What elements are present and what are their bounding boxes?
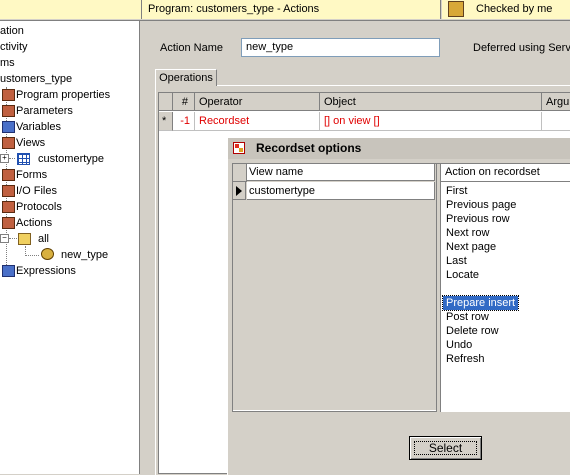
tree-item-forms[interactable]: Forms — [16, 167, 47, 183]
tree-item[interactable]: ms — [0, 55, 15, 71]
grid-header-argument[interactable]: Argu — [542, 93, 570, 111]
action-name-label: Action Name — [160, 42, 223, 54]
tree-item[interactable]: ation — [0, 23, 24, 39]
tree-item-all[interactable]: all — [38, 231, 49, 247]
action-delete-row[interactable]: Delete row — [443, 324, 502, 338]
action-gear-icon — [41, 248, 54, 260]
action-undo[interactable]: Undo — [443, 338, 475, 352]
tree-item[interactable]: ctivity — [0, 39, 28, 55]
row-operator[interactable]: Recordset — [195, 112, 320, 131]
dialog-title-bar[interactable]: Recordset options — [228, 138, 570, 159]
top-status-bar: Program: customers_type - Actions Checke… — [0, 0, 570, 21]
checked-status[interactable]: Checked by me — [442, 0, 570, 19]
book-icon — [2, 217, 15, 229]
grid-header-object[interactable]: Object — [320, 93, 542, 111]
book-icon — [2, 169, 15, 181]
tree-line — [9, 158, 15, 159]
dialog-app-icon — [233, 142, 245, 154]
tree-line — [9, 238, 17, 239]
action-refresh[interactable]: Refresh — [443, 352, 488, 366]
book-icon — [2, 89, 15, 101]
book-icon — [2, 137, 15, 149]
action-next-page[interactable]: Next page — [443, 240, 499, 254]
tree-item-customertype[interactable]: customertype — [38, 151, 104, 167]
grid-corner — [159, 93, 173, 111]
tree-item-views[interactable]: Views — [16, 135, 45, 151]
dialog-title: Recordset options — [256, 141, 362, 155]
tab-operations[interactable]: Operations — [155, 69, 217, 86]
action-next-row[interactable]: Next row — [443, 226, 492, 240]
action-name-input[interactable]: new_type — [241, 38, 440, 57]
select-button-label: Select — [428, 441, 463, 455]
topbar-left-segment — [0, 0, 142, 19]
current-row-arrow-icon — [233, 182, 246, 200]
view-grid-header: View name — [233, 164, 436, 182]
action-post-row[interactable]: Post row — [443, 310, 492, 324]
action-list-header: Action on recordset — [441, 164, 570, 182]
row-num[interactable]: -1 — [173, 112, 195, 131]
action-prepare-insert[interactable]: Prepare insert — [441, 295, 520, 311]
tree-item-parameters[interactable]: Parameters — [16, 103, 73, 119]
view-name-cell[interactable]: customertype — [247, 182, 435, 200]
row-marker: * — [159, 112, 173, 131]
checkout-icon — [448, 1, 464, 17]
tree-item-expressions[interactable]: Expressions — [16, 263, 76, 279]
action-previous-row[interactable]: Previous row — [443, 212, 513, 226]
tree-item-actions[interactable]: Actions — [16, 215, 52, 231]
program-title: Program: customers_type - Actions — [142, 0, 441, 19]
book-icon — [2, 185, 15, 197]
grid-header-num[interactable]: # — [173, 93, 195, 111]
deferred-label: Deferred using Servi — [473, 42, 570, 54]
select-button[interactable]: Select — [409, 436, 482, 460]
row-object[interactable]: [] on view [] — [320, 112, 542, 131]
tree-item-variables[interactable]: Variables — [16, 119, 61, 135]
expressions-icon — [2, 265, 15, 277]
tree-item-new-type[interactable]: new_type — [61, 247, 108, 263]
table-icon — [17, 153, 30, 165]
action-first[interactable]: First — [443, 184, 470, 198]
row-argument[interactable] — [542, 112, 570, 131]
tree-item-program-properties[interactable]: Program properties — [16, 87, 110, 103]
book-icon — [2, 105, 15, 117]
tree-line — [25, 255, 39, 256]
grid-header-operator[interactable]: Operator — [195, 93, 320, 111]
view-grid-corner — [233, 164, 247, 182]
tree-item-io-files[interactable]: I/O Files — [16, 183, 57, 199]
view-name-header[interactable]: View name — [247, 164, 435, 181]
tree-item-protocols[interactable]: Protocols — [16, 199, 62, 215]
expand-icon[interactable]: + — [0, 154, 9, 163]
project-tree: ation ctivity ms ustomers_type Program p… — [0, 21, 140, 474]
action-last[interactable]: Last — [443, 254, 470, 268]
view-row[interactable]: customertype — [233, 182, 436, 201]
collapse-icon[interactable]: − — [0, 234, 9, 243]
action-previous-page[interactable]: Previous page — [443, 198, 519, 212]
book-icon — [2, 201, 15, 213]
checked-label: Checked by me — [476, 3, 553, 15]
variables-icon — [2, 121, 15, 133]
action-locate[interactable]: Locate — [443, 268, 482, 282]
folder-icon — [18, 233, 31, 245]
tree-item-program[interactable]: ustomers_type — [0, 71, 72, 87]
